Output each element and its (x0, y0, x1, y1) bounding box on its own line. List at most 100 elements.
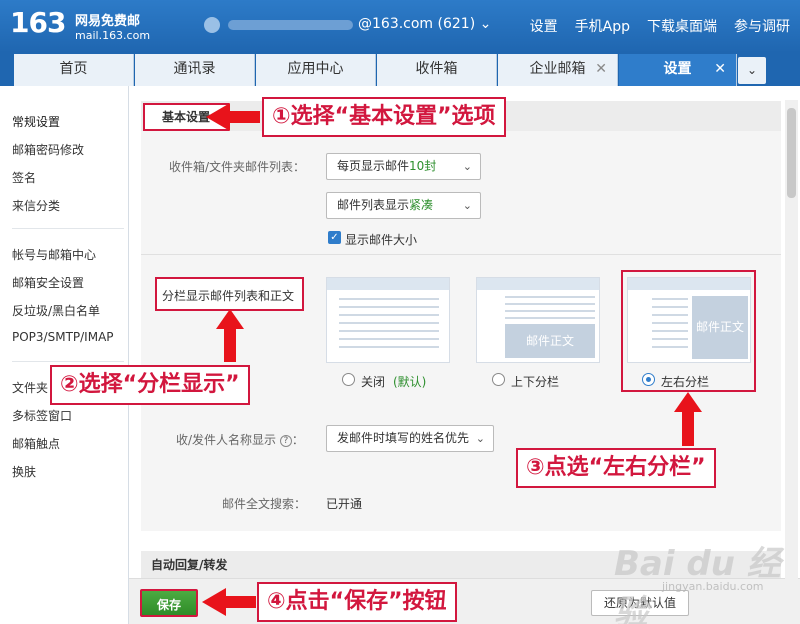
callout-arrow-shaft-2 (224, 328, 236, 362)
tab-settings[interactable]: 设置 ✕ (619, 54, 737, 86)
callout-arrow-shaft-4 (224, 596, 256, 608)
callout-step-2: ②选择“分栏显示” (50, 365, 250, 405)
callout-arrow-2 (216, 309, 244, 329)
top-links: 设置 手机App 下载桌面端 参与调研 (530, 16, 790, 36)
split-display-label: 分栏显示邮件列表和正文 (162, 289, 295, 303)
thumb-body: 邮件正文 (505, 324, 595, 358)
sidebar-item-account-center[interactable]: 帐号与邮箱中心 (12, 246, 96, 263)
callout-arrow-3 (674, 392, 702, 412)
thumb-line (505, 296, 595, 298)
sidebar-divider (12, 228, 124, 229)
per-page-value: 10封 (409, 159, 437, 173)
tab-bar: 首页 通讯录 应用中心 收件箱 企业邮箱 ✕ 设置 ✕ (0, 53, 800, 86)
list-density-select[interactable]: 邮件列表显示紧凑 ⌄ (326, 192, 481, 219)
chevron-down-icon: ⌄ (475, 432, 485, 445)
section-divider (141, 254, 781, 255)
save-button[interactable]: 保存 (140, 589, 198, 617)
thumb-header (477, 278, 599, 290)
thumb-line (339, 314, 439, 316)
thumb-line (339, 306, 439, 308)
close-icon[interactable]: ✕ (595, 54, 607, 84)
tab-contacts[interactable]: 通讯录 (135, 54, 255, 86)
tab-label: 应用中心 (287, 61, 344, 77)
sidebar-item-folders[interactable]: 文件夹 (12, 379, 48, 396)
account-dropdown[interactable]: @163.com (621) ⌄ (358, 16, 491, 32)
sidebar-item-multitab[interactable]: 多标签窗口 (12, 407, 72, 424)
thumb-header (327, 278, 449, 290)
thumb-line (505, 303, 595, 305)
split-left-right-radio[interactable] (642, 373, 655, 386)
split-off-label: 关闭 (361, 375, 386, 389)
split-top-bottom-radio[interactable] (492, 373, 505, 386)
top-link-survey[interactable]: 参与调研 (734, 16, 790, 36)
per-page-prefix: 每页显示邮件 (337, 159, 410, 173)
split-off-default-note: (默认) (393, 375, 427, 389)
sender-name-value: 发邮件时填写的姓名优先 (337, 431, 470, 445)
split-off-radio[interactable] (342, 373, 355, 386)
density-prefix: 邮件列表显示 (337, 198, 410, 212)
chevron-down-icon: ⌄ (462, 160, 472, 173)
thumb-line (505, 310, 595, 312)
fulltext-search-label: 邮件全文搜索： (222, 497, 307, 511)
tab-app-center[interactable]: 应用中心 (256, 54, 376, 86)
sidebar-item-pop3[interactable]: POP3/SMTP/IMAP (12, 330, 114, 344)
tab-label: 设置 (663, 61, 692, 77)
thumb-line (339, 346, 439, 348)
sidebar-item-skin[interactable]: 换肤 (12, 463, 36, 480)
chevron-down-icon: ⌄ (462, 199, 472, 212)
show-size-checkbox[interactable]: ✓ (328, 231, 341, 244)
thumb-line (339, 338, 439, 340)
callout-arrow-4 (202, 588, 226, 616)
thumb-line (339, 322, 439, 324)
top-link-desktop[interactable]: 下载桌面端 (647, 16, 717, 36)
logo-title: 网易免费邮 (75, 14, 141, 29)
tab-label: 收件箱 (415, 61, 458, 77)
baidu-watermark-url: jingyan.baidu.com (662, 580, 764, 593)
sender-name-select[interactable]: 发邮件时填写的姓名优先 ⌄ (326, 425, 494, 452)
logo-url: mail.163.com (75, 29, 151, 42)
fulltext-search-value: 已开通 (326, 497, 363, 511)
settings-sidebar: 常规设置 邮箱密码修改 签名 来信分类 帐号与邮箱中心 邮箱安全设置 反垃圾/黑… (0, 86, 129, 624)
sidebar-item-password[interactable]: 邮箱密码修改 (12, 141, 84, 158)
thumb-line (339, 330, 439, 332)
thumb-line (339, 298, 439, 300)
tab-inbox[interactable]: 收件箱 (377, 54, 497, 86)
callout-step-4: ④点击“保存”按钮 (257, 582, 457, 622)
sidebar-item-touchpoints[interactable]: 邮箱触点 (12, 435, 60, 452)
help-icon[interactable]: ? (279, 434, 292, 447)
tab-more-dropdown[interactable]: ⌄ (738, 57, 766, 84)
callout-step-1: ①选择“基本设置”选项 (262, 97, 506, 137)
scrollbar-thumb[interactable] (787, 108, 796, 198)
account-name-blurred (228, 20, 353, 30)
top-link-settings[interactable]: 设置 (530, 16, 558, 36)
tab-label: 首页 (59, 61, 88, 77)
account-icon (204, 17, 220, 33)
top-link-mobile-app[interactable]: 手机App (575, 16, 630, 36)
tab-home[interactable]: 首页 (14, 54, 134, 86)
callout-arrow-shaft-3 (682, 411, 694, 446)
thumb-line (505, 317, 595, 319)
split-left-right-label: 左右分栏 (661, 375, 710, 389)
logo-number[interactable]: 163 (10, 6, 66, 39)
sidebar-item-antispam[interactable]: 反垃圾/黑白名单 (12, 302, 100, 319)
mail-list-label: 收件箱/文件夹邮件列表： (169, 160, 306, 174)
tab-enterprise-mail[interactable]: 企业邮箱 ✕ (498, 54, 618, 86)
layout-thumb-top-bottom[interactable]: 邮件正文 (476, 277, 600, 363)
tab-label: 企业邮箱 (529, 61, 586, 77)
sidebar-item-signature[interactable]: 签名 (12, 169, 36, 186)
sidebar-item-security[interactable]: 邮箱安全设置 (12, 274, 84, 291)
per-page-select[interactable]: 每页显示邮件10封 ⌄ (326, 153, 481, 180)
layout-thumb-off[interactable] (326, 277, 450, 363)
density-value: 紧凑 (409, 198, 434, 212)
callout-arrow-1 (206, 103, 230, 131)
tab-label: 通讯录 (173, 61, 216, 77)
callout-arrow-shaft-1 (228, 111, 260, 123)
sender-name-label: 收/发件人名称显示 ?： (176, 433, 304, 447)
show-size-label: 显示邮件大小 (345, 233, 418, 247)
split-top-bottom-label: 上下分栏 (511, 375, 560, 389)
sidebar-item-filters[interactable]: 来信分类 (12, 197, 60, 214)
close-icon[interactable]: ✕ (714, 54, 726, 84)
sidebar-divider (12, 361, 124, 362)
callout-step-3: ③点选“左右分栏” (516, 448, 716, 488)
sidebar-item-general[interactable]: 常规设置 (12, 113, 60, 130)
